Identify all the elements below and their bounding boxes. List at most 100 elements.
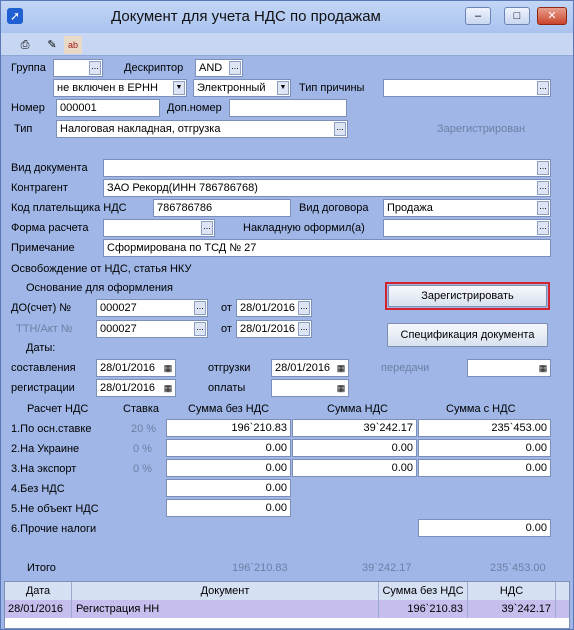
compose-date-field[interactable]: 28/01/2016 ▦ [96,359,176,377]
spec-button[interactable]: Спецификация документа [387,323,548,347]
do-field[interactable]: 000027... [96,299,208,317]
browse-icon: ... [229,61,241,75]
browse-icon: ... [537,221,549,235]
doc-kind-field[interactable]: ... [103,159,551,177]
browse-icon: ... [334,122,346,136]
do-date-field[interactable]: 28/01/2016... [236,299,312,317]
calendar-icon: ▦ [336,383,346,393]
erpn-select[interactable]: не включен в ЕРНН ▼ [53,79,187,97]
printer-icon[interactable]: ⎙ [16,36,34,54]
group-label: Группа [11,62,46,74]
extra-number-label: Доп.номер [167,102,222,114]
sum-wo-field[interactable]: 0.00 [166,459,291,477]
basis-label: Основание для оформления [26,282,174,294]
sum-w-field[interactable]: 235`453.00 [418,419,551,437]
total-label: Итого [27,562,56,574]
transfer-label: передачи [381,362,430,374]
minimize-button[interactable]: ‒ [465,7,491,25]
vat-sum-field[interactable]: 39`242.17 [292,419,417,437]
vat-sales-document-window: ➚ Документ для учета НДС по продажам ‒ □… [0,0,574,630]
browse-icon: ... [201,221,213,235]
calendar-icon: ▦ [336,363,346,373]
vat-row-label: 4.Без НДС [11,483,65,495]
vat-row-rate: 0 % [133,443,152,455]
sum-wo-field[interactable]: 0.00 [166,479,291,497]
chevron-down-icon: ▼ [173,81,185,95]
note-field[interactable]: Сформирована по ТСД № 27 [103,239,551,257]
row-vat: 39`242.17 [468,600,556,618]
window-title: Документ для учета НДС по продажам [111,8,381,25]
maximize-button[interactable]: □ [504,7,530,25]
extra-number-field[interactable] [229,99,347,117]
ttn-date-field[interactable]: 28/01/2016... [236,320,312,338]
payment-date-field[interactable]: ▦ [271,379,349,397]
number-field[interactable]: 000001 [56,99,160,117]
vat-column-header[interactable]: НДС [468,582,556,600]
register-button[interactable]: Зарегистрировать [388,285,547,307]
calendar-icon: ▦ [538,363,548,373]
descriptor-field[interactable]: AND... [195,59,243,77]
invoice-by-field[interactable]: ... [383,219,551,237]
registration-date-field[interactable]: 28/01/2016 ▦ [96,379,176,397]
contract-kind-field[interactable]: Продажа... [383,199,551,217]
browse-icon: ... [537,201,549,215]
calendar-icon: ▦ [163,383,173,393]
doc-column-header[interactable]: Документ [72,582,379,600]
registrations-grid: Дата Документ Сумма без НДС НДС 28/01/20… [4,581,570,629]
toolbar: ⎙ ✎ ab [1,33,573,56]
sum-wo-header: Сумма без НДС [188,403,270,415]
payment-label: оплаты [208,382,246,394]
browse-icon: ... [89,61,101,75]
sum-wo-field[interactable]: 196`210.83 [166,419,291,437]
ttn-from-label: от [221,323,232,335]
exemption-label: Освобождение от НДС, статья НКУ [11,263,192,275]
counterparty-field[interactable]: ЗАО Рекорд(ИНН 786786768)... [103,179,551,197]
reason-type-field[interactable]: ... [383,79,551,97]
vat-row-rate: 20 % [131,423,157,435]
vat-row-label: 1.По осн.ставке [11,423,92,435]
payment-form-label: Форма расчета [11,222,89,234]
transfer-date-field[interactable]: ▦ [467,359,551,377]
sum-w-field[interactable]: 0.00 [418,439,551,457]
row-doc: Регистрация НН [72,600,379,618]
sum-w-field[interactable]: 0.00 [418,459,551,477]
spell-icon[interactable]: ab [64,36,82,54]
ttn-label: ТТН/Акт № [16,323,73,335]
contract-kind-label: Вид договора [299,202,369,214]
ttn-field[interactable]: 000027... [96,320,208,338]
reason-type-label: Тип причины [299,82,365,94]
browse-icon: ... [537,181,549,195]
type-label: Тип [14,123,33,135]
payment-form-field[interactable]: ... [103,219,215,237]
close-button[interactable]: ✕ [537,7,567,25]
vat-row-label: 2.На Украине [11,443,80,455]
compose-label: составления [11,362,76,374]
vat-sum-field[interactable]: 0.00 [292,459,417,477]
sum-w-header: Сумма с НДС [446,403,516,415]
doc-kind-label: Вид документа [11,162,88,174]
vat-row-label: 5.Не объект НДС [11,503,99,515]
invoice-by-label: Накладную оформил(а) [243,222,365,234]
group-field[interactable]: ... [53,59,103,77]
grid-header: Дата Документ Сумма без НДС НДС [5,582,569,601]
browse-icon: ... [194,322,206,336]
total-sum-wo: 196`210.83 [232,562,288,574]
calendar-icon: ▦ [163,363,173,373]
sum-wo-column-header[interactable]: Сумма без НДС [379,582,468,600]
browse-icon: ... [298,322,310,336]
sum-wo-field[interactable]: 0.00 [166,499,291,517]
browse-icon: ... [537,81,549,95]
table-row[interactable]: 28/01/2016 Регистрация НН 196`210.83 39`… [5,600,569,618]
shipment-date-field[interactable]: 28/01/2016 ▦ [271,359,349,377]
date-column-header[interactable]: Дата [5,582,72,600]
sum-w-field[interactable]: 0.00 [418,519,551,537]
e-type-select[interactable]: Электронный ▼ [193,79,291,97]
chevron-down-icon: ▼ [277,81,289,95]
type-field[interactable]: Налоговая накладная, отгрузка... [56,120,348,138]
sum-wo-field[interactable]: 0.00 [166,439,291,457]
edit-icon[interactable]: ✎ [43,36,61,54]
vat-code-field[interactable]: 786786786 [153,199,291,217]
total-sum-w: 235`453.00 [490,562,546,574]
vat-sum-field[interactable]: 0.00 [292,439,417,457]
do-label: ДО(счет) № [11,302,72,314]
